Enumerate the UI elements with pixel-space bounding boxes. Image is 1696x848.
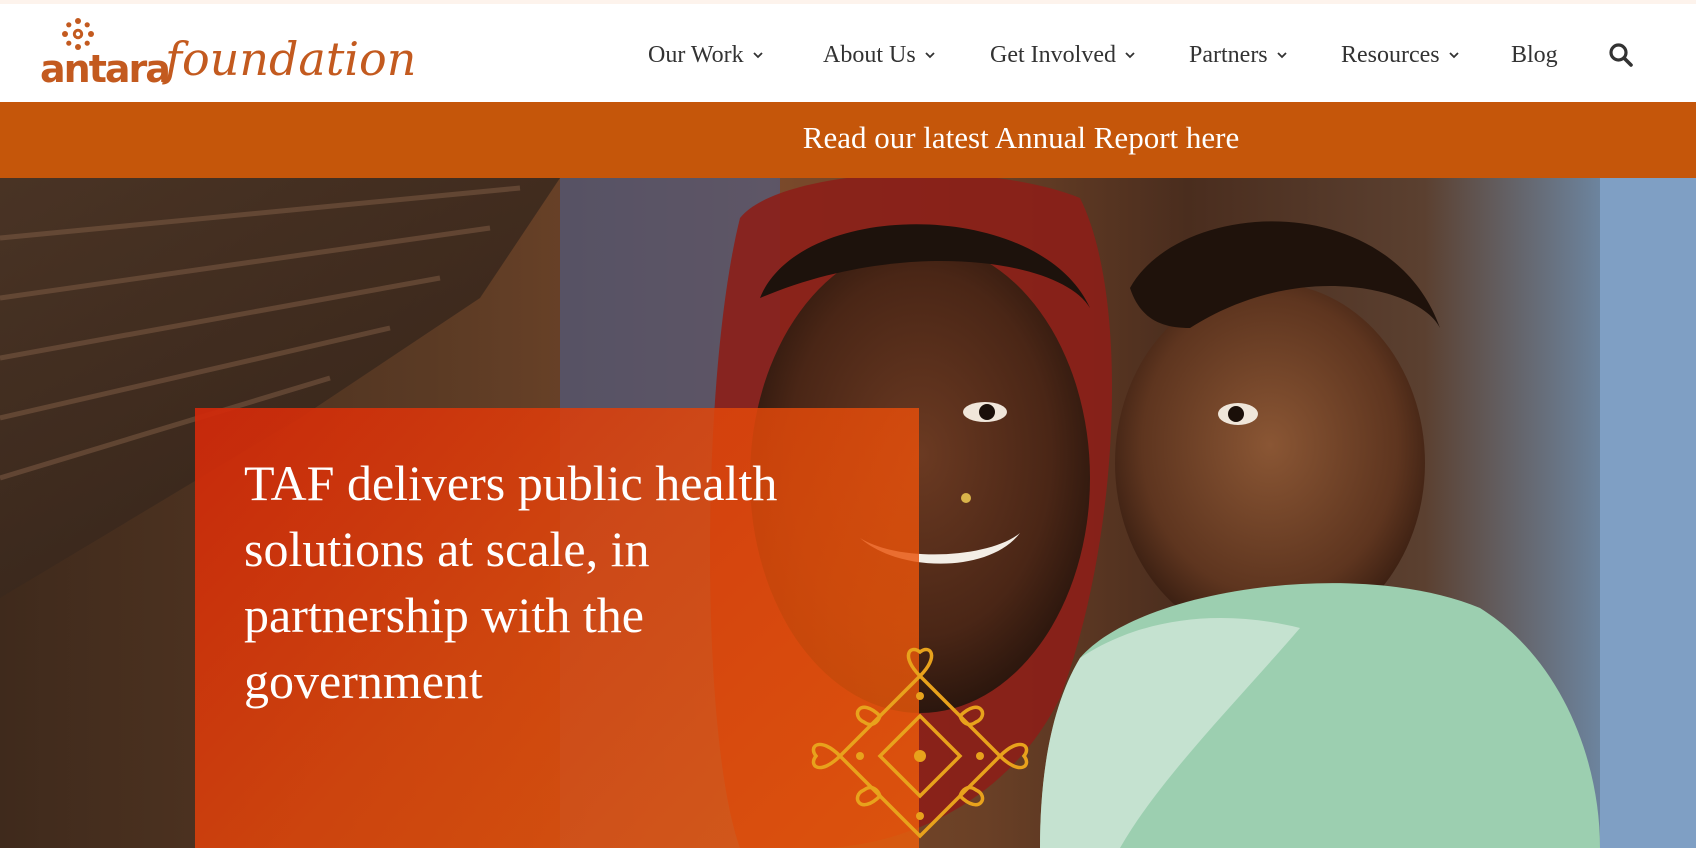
- nav-item-label: Get Involved: [990, 41, 1116, 68]
- nav-item-label: About Us: [823, 41, 916, 68]
- hero-headline: TAF delivers public health solutions at …: [244, 455, 778, 709]
- chevron-down-icon: [925, 52, 935, 59]
- chevron-down-icon: [1125, 52, 1135, 59]
- nav-item-label: Partners: [1189, 41, 1268, 68]
- chevron-down-icon: [1449, 52, 1459, 59]
- nav-item-blog[interactable]: Blog: [1511, 38, 1558, 72]
- kolam-motif-icon: [811, 647, 1029, 839]
- logo-wordmark-foundation: foundation: [165, 32, 417, 86]
- announcement-banner: Read our latest Annual Report here: [0, 102, 1696, 178]
- annual-report-link[interactable]: Read our latest Annual Report here: [0, 120, 1696, 156]
- hero-section: TAF delivers public health solutions at …: [0, 178, 1696, 848]
- site-logo[interactable]: antara foundation: [38, 16, 416, 92]
- chevron-down-icon: [1277, 52, 1287, 59]
- nav-item-label: Resources: [1341, 41, 1440, 68]
- logo-wordmark-antara: antara: [40, 47, 171, 91]
- search-icon[interactable]: [1608, 42, 1634, 68]
- nav-item-label: Our Work: [648, 41, 744, 68]
- nav-item-partners[interactable]: Partners: [1189, 38, 1288, 72]
- nav-item-label: Blog: [1511, 41, 1558, 68]
- nav-item-about-us[interactable]: About Us: [823, 38, 936, 72]
- nav-item-get-involved[interactable]: Get Involved: [990, 38, 1136, 72]
- nav-item-our-work[interactable]: Our Work: [648, 38, 764, 72]
- chevron-down-icon: [752, 52, 763, 59]
- nav-item-resources[interactable]: Resources: [1341, 38, 1460, 72]
- site-header: antara foundation Our Work About Us Get …: [0, 4, 1696, 102]
